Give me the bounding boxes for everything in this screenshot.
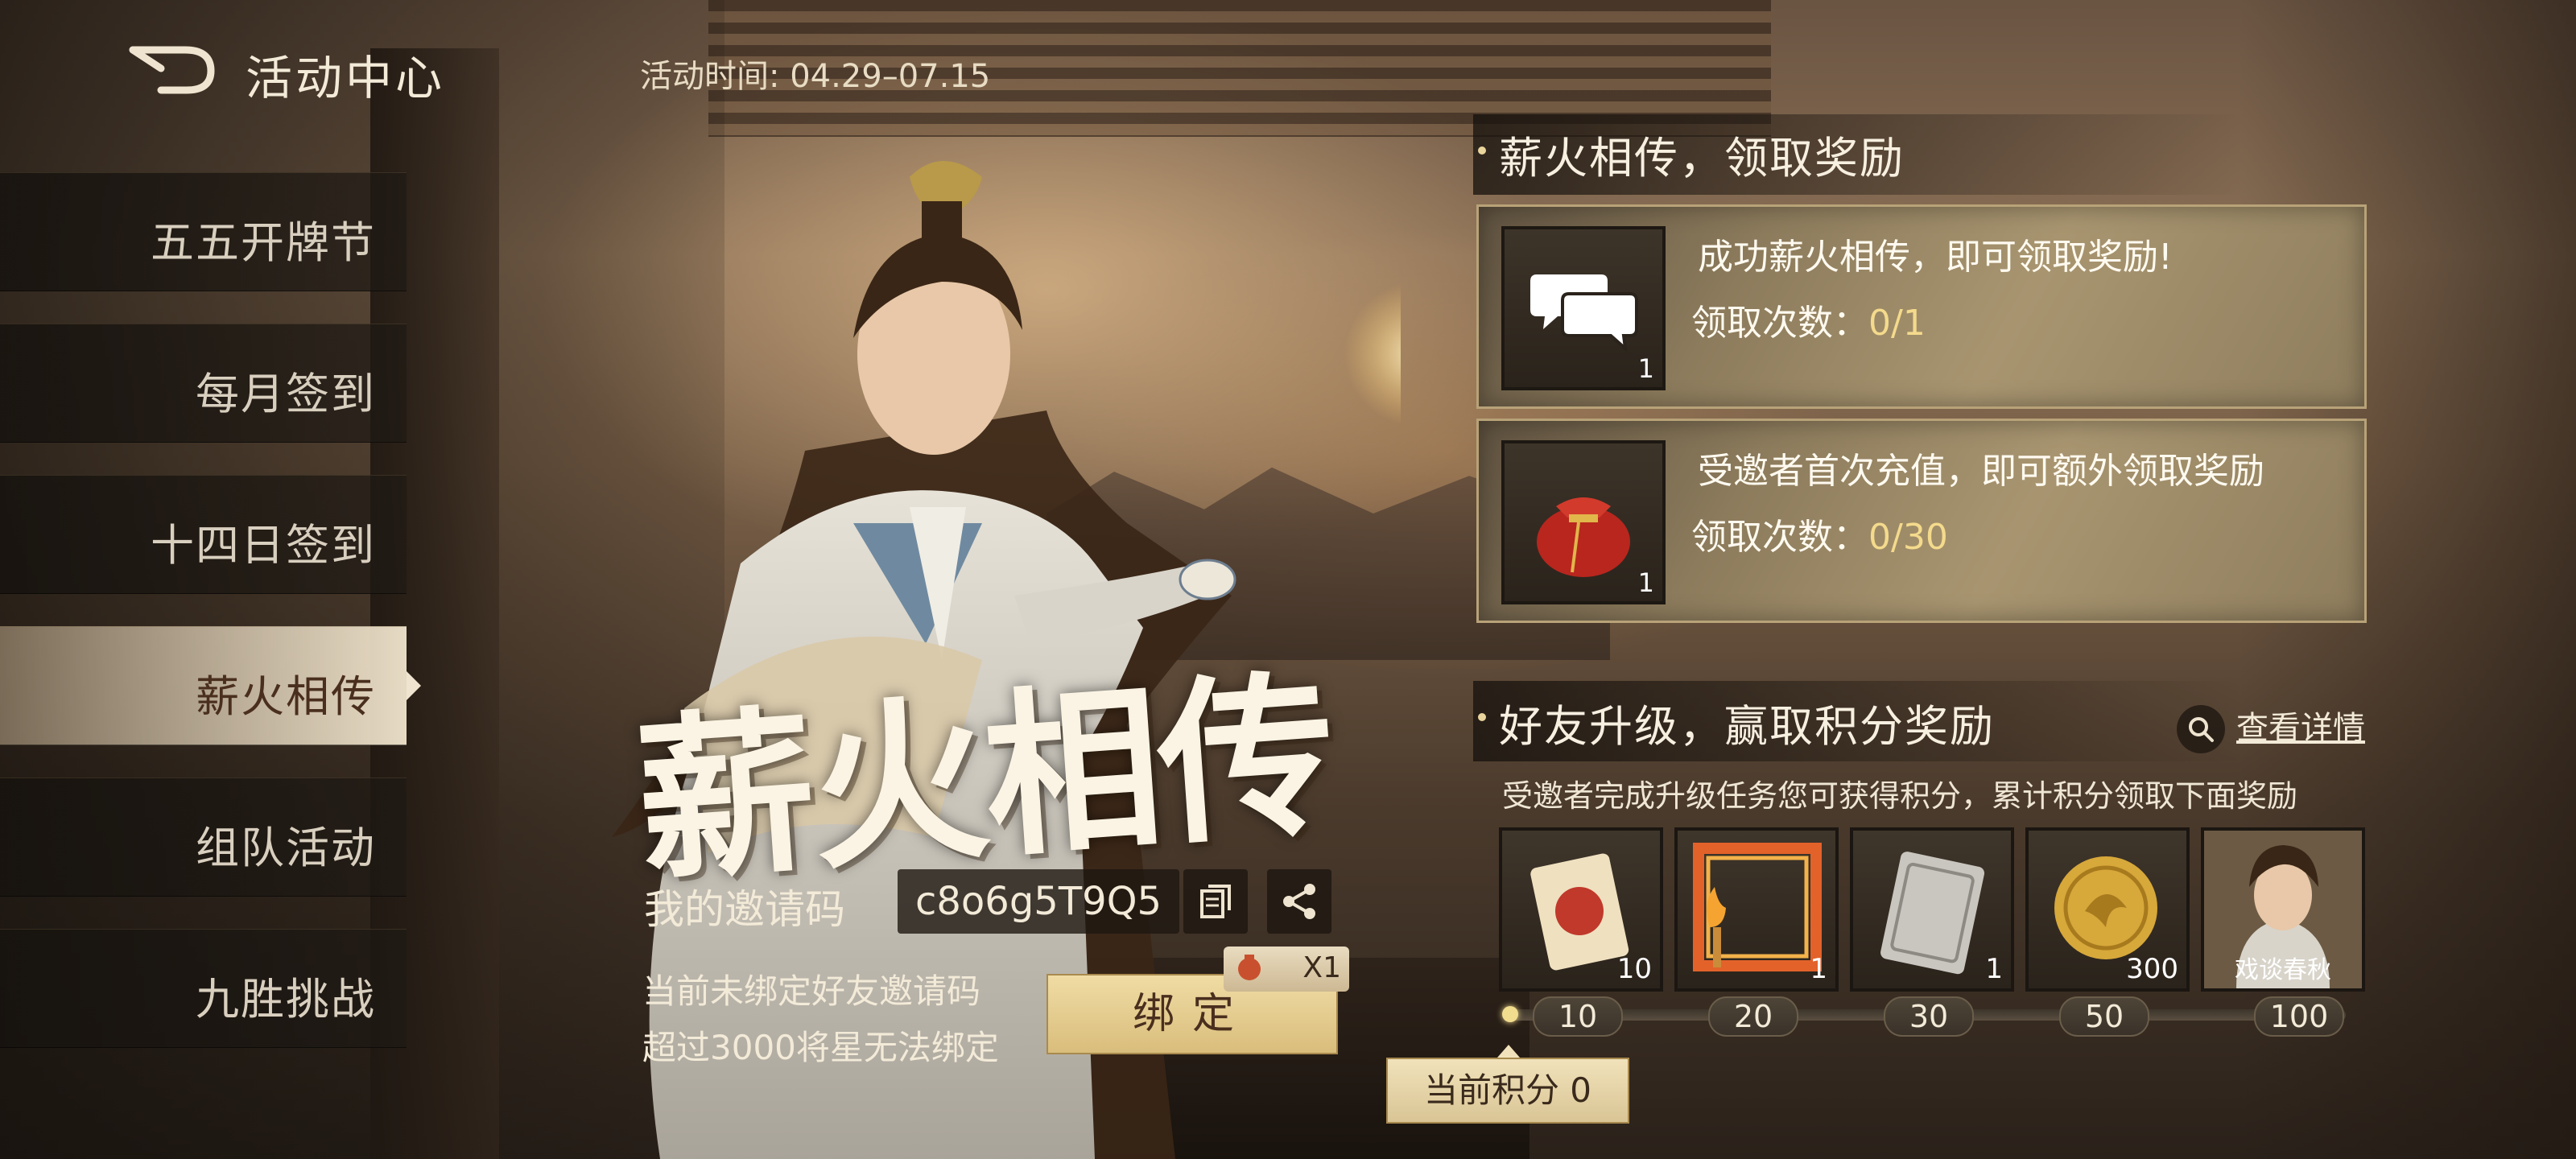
bind-limit-note: 超过3000将星无法绑定 (642, 1028, 999, 1067)
milestone-label: 10 (1533, 996, 1623, 1037)
item-quantity: 300 (2126, 953, 2178, 985)
sidebar-item-label: 每月签到 (196, 369, 376, 419)
back-button[interactable] (129, 40, 217, 97)
active-tab-pointer (407, 671, 421, 700)
claim-count-label: 领取次数： (1691, 303, 1868, 344)
points-pointer (1497, 1045, 1520, 1058)
magnifier-button[interactable] (2177, 705, 2225, 753)
milestone-label: 100 (2254, 996, 2344, 1037)
activity-time: 活动时间: 04.29–07.15 (640, 58, 991, 95)
points-reward-4[interactable]: 300 (2025, 827, 2190, 992)
bind-reward-count: X1 (1302, 951, 1341, 984)
current-points: 当前积分 0 (1386, 1058, 1629, 1124)
points-reward-1[interactable]: 10 (1499, 827, 1663, 992)
bind-status-note: 当前未绑定好友邀请码 (642, 971, 981, 1011)
reward-card-text: 受邀者首次充值，即可额外领取奖励 (1698, 451, 2264, 492)
item-quantity: 1 (1637, 567, 1654, 598)
sidebar-item-label: 薪火相传 (196, 671, 376, 722)
reward-skin-name: 戏谈春秋 (2235, 956, 2331, 984)
invite-code-label: 我的邀请码 (644, 886, 845, 933)
points-reward-2[interactable]: 1 (1674, 827, 1839, 992)
section2-dot (1478, 713, 1486, 721)
share-button[interactable] (1267, 869, 1331, 934)
item-quantity: 1 (1985, 953, 2003, 985)
reward-item[interactable]: 1 (1501, 440, 1666, 604)
page-title: 活动中心 (246, 51, 446, 105)
sidebar-item-label: 组队活动 (196, 823, 376, 873)
sidebar-item-label: 五五开牌节 (151, 217, 376, 268)
claim-count-value: 0/1 (1868, 303, 1926, 344)
milestone-label: 30 (1884, 996, 1974, 1037)
sidebar-item-nine-wins[interactable]: 九胜挑战 (0, 929, 407, 1048)
claim-count: 领取次数：0/30 (1691, 508, 1948, 559)
milestone-label: 20 (1708, 996, 1798, 1037)
points-reward-3[interactable]: 1 (1850, 827, 2014, 992)
claim-count-label: 领取次数： (1691, 517, 1868, 558)
reward-pouch-icon (1238, 955, 1261, 980)
section2-title: 好友升级，赢取积分奖励 (1499, 701, 1995, 752)
search-icon (2189, 717, 2214, 742)
sidebar-item-team-activity[interactable]: 组队活动 (0, 777, 407, 897)
back-arrow-icon (129, 46, 215, 94)
bind-reward-badge: X1 (1224, 947, 1349, 992)
claim-count-value: 0/30 (1868, 517, 1948, 558)
reward-item[interactable]: 1 (1501, 226, 1666, 390)
sidebar-item-14day-checkin[interactable]: 十四日签到 (0, 475, 407, 594)
progress-start-marker (1502, 1006, 1518, 1022)
sidebar-item-wuwu-festival[interactable]: 五五开牌节 (0, 172, 407, 291)
section1-title: 薪火相传，领取奖励 (1499, 133, 1905, 184)
sidebar-item-label: 九胜挑战 (196, 974, 376, 1025)
item-quantity: 10 (1616, 953, 1652, 985)
item-quantity: 1 (1637, 353, 1654, 384)
view-details-link[interactable]: 查看详情 (2236, 702, 2365, 749)
reward-card-invite-success: 1 成功薪火相传，即可领取奖励! 领取次数：0/1 (1476, 204, 2367, 409)
reward-card-text: 成功薪火相传，即可领取奖励! (1698, 237, 2173, 278)
milestone-label: 50 (2059, 996, 2149, 1037)
sidebar-item-monthly-checkin[interactable]: 每月签到 (0, 324, 407, 443)
reward-card-first-recharge: 1 受邀者首次充值，即可额外领取奖励 领取次数：0/30 (1476, 419, 2367, 623)
copy-icon (1200, 885, 1231, 918)
section2-description: 受邀者完成升级任务您可获得积分，累计积分领取下面奖励 (1502, 778, 2298, 814)
sidebar-item-label: 十四日签到 (151, 520, 376, 571)
sidebar-item-invite-friends[interactable]: 薪火相传 (0, 626, 407, 745)
invite-code-value: c8o6g5T9Q5 (898, 869, 1179, 934)
share-icon (1283, 884, 1315, 919)
copy-code-button[interactable] (1183, 869, 1248, 934)
points-reward-5[interactable]: 戏谈春秋 (2201, 827, 2365, 992)
section1-dot (1478, 146, 1486, 155)
claim-count: 领取次数：0/1 (1691, 294, 1926, 345)
item-quantity: 1 (1810, 953, 1827, 985)
